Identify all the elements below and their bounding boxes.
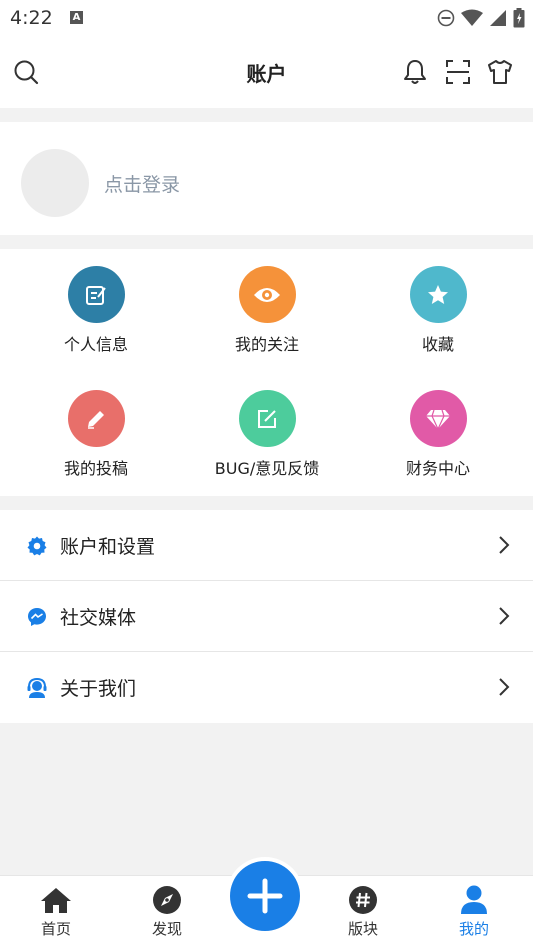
signal-icon [490, 10, 506, 26]
list-item-about-us[interactable]: 关于我们 [0, 652, 533, 722]
user-icon [458, 884, 490, 916]
do-not-disturb-icon [437, 9, 455, 27]
nav-label: 我的 [458, 920, 489, 938]
settings-list: 账户和设置 社交媒体 关于我们 [0, 510, 533, 723]
notification-badge: A [70, 11, 83, 24]
login-prompt[interactable]: 点击登录 [104, 170, 180, 197]
battery-icon [513, 8, 525, 28]
list-item-label: 账户和设置 [60, 536, 156, 558]
list-item-label: 关于我们 [60, 678, 137, 700]
feature-grid: 个人信息 我的关注 收藏 我的投稿 BUG/意见反馈 财务中心 [0, 249, 533, 496]
grid-label: 收藏 [421, 335, 454, 354]
nav-label: 首页 [40, 920, 71, 938]
list-item-label: 社交媒体 [60, 607, 137, 629]
grid-label: 个人信息 [63, 335, 128, 354]
profile-card[interactable]: 点击登录 [0, 122, 533, 235]
plus-icon [247, 878, 283, 914]
diamond-icon [409, 390, 467, 447]
grid-label: 我的投稿 [63, 459, 128, 478]
nav-label: 版块 [347, 920, 378, 938]
grid-item-feedback[interactable]: BUG/意见反馈 [178, 390, 356, 479]
grid-item-personal-info[interactable]: 个人信息 [7, 266, 185, 355]
status-time: 4:22 [10, 7, 53, 29]
nav-label: 发现 [151, 920, 182, 938]
nav-home[interactable]: 首页 [26, 884, 86, 939]
grid-item-submissions[interactable]: 我的投稿 [7, 390, 185, 479]
grid-label: BUG/意见反馈 [214, 459, 320, 478]
status-bar: 4:22 A [0, 0, 533, 36]
wifi-icon [461, 9, 483, 26]
avatar[interactable] [21, 149, 89, 217]
chevron-right-icon [499, 678, 510, 696]
list-item-social-media[interactable]: 社交媒体 [0, 581, 533, 652]
list-item-account-settings[interactable]: 账户和设置 [0, 510, 533, 581]
add-post-button[interactable] [230, 861, 300, 931]
grid-item-finance[interactable]: 财务中心 [349, 390, 527, 479]
nav-mine[interactable]: 我的 [444, 884, 504, 939]
hashtag-icon [347, 884, 379, 916]
support-icon [27, 678, 47, 698]
eye-icon [238, 266, 296, 323]
gear-icon [27, 536, 47, 556]
nav-boards[interactable]: 版块 [333, 884, 393, 939]
pencil-icon [67, 390, 125, 447]
bell-icon[interactable] [401, 58, 429, 86]
grid-label: 财务中心 [405, 459, 470, 478]
star-icon [409, 266, 467, 323]
nav-discover[interactable]: 发现 [137, 884, 197, 939]
home-icon [40, 884, 72, 916]
chevron-right-icon [499, 607, 510, 625]
chevron-right-icon [499, 536, 510, 554]
tshirt-icon[interactable] [486, 58, 514, 86]
grid-label: 我的关注 [234, 335, 299, 354]
scan-icon[interactable] [444, 58, 472, 86]
top-bar: 账户 [0, 36, 533, 108]
compass-icon [151, 884, 183, 916]
feedback-icon [238, 390, 296, 447]
grid-item-favorites[interactable]: 收藏 [349, 266, 527, 355]
status-icons [437, 8, 525, 28]
messenger-icon [28, 608, 46, 626]
grid-item-following[interactable]: 我的关注 [178, 266, 356, 355]
profile-edit-icon [67, 266, 125, 323]
